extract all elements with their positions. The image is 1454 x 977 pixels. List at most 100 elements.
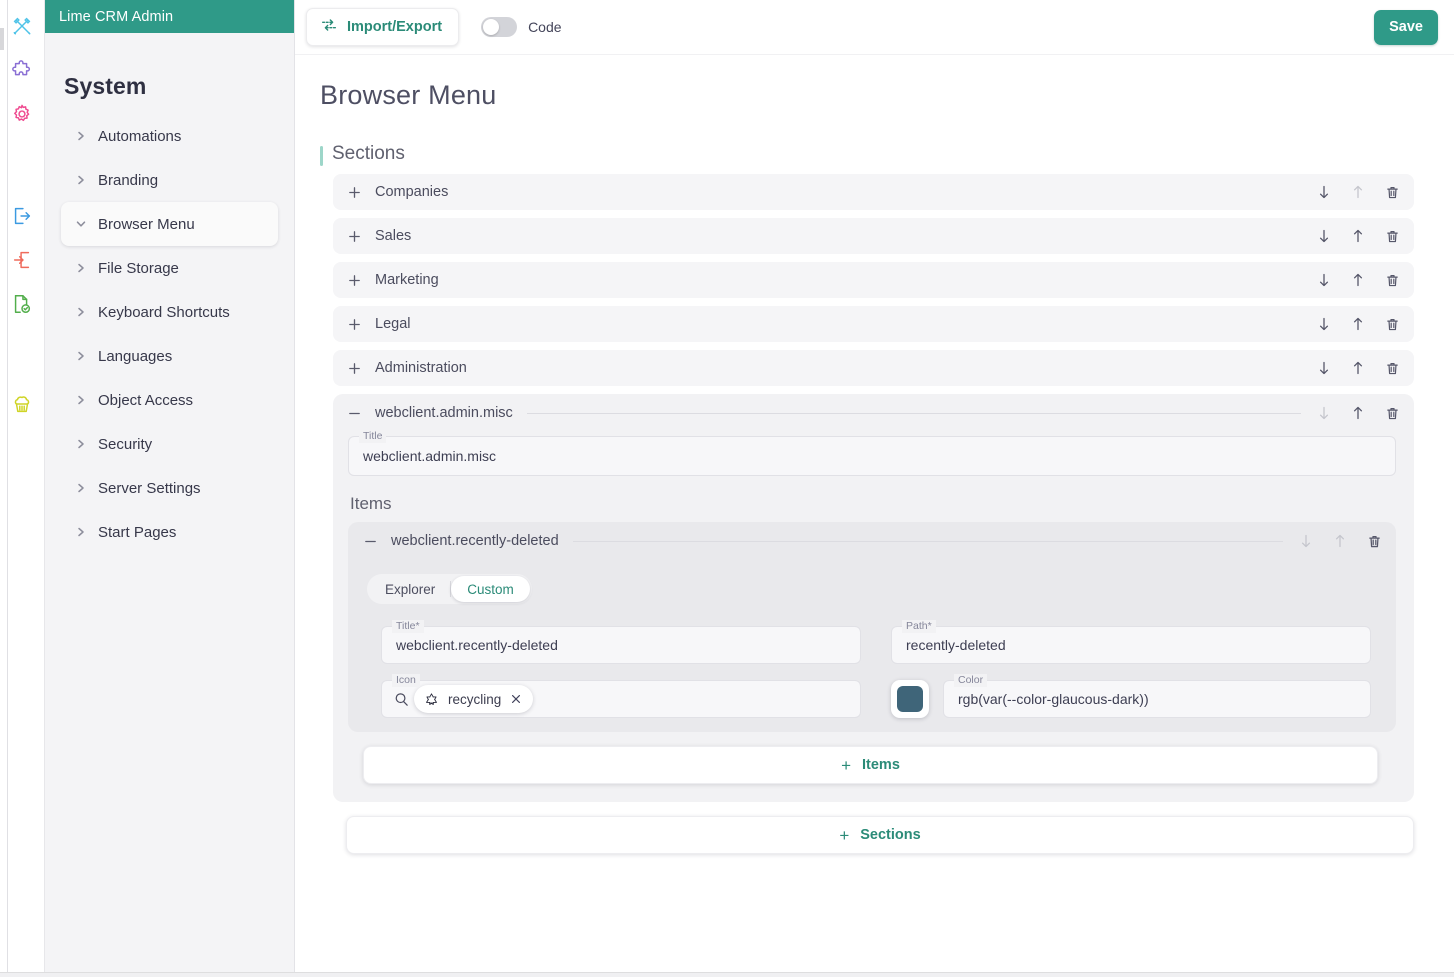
section-row-label: Marketing [375,272,439,288]
field-label: Color [954,674,988,687]
sidebar-item-file-storage[interactable]: File Storage [61,246,278,290]
color-swatch-button[interactable] [891,680,929,718]
sidebar-item-browser-menu[interactable]: Browser Menu [61,202,278,246]
tab-custom[interactable]: Custom [451,576,530,602]
field-value: rgb(var(--color-glaucous-dark)) [958,691,1149,707]
move-down-icon[interactable] [1315,315,1333,333]
move-up-icon [1349,183,1367,201]
plus-icon: + [839,825,850,845]
cupcake-icon[interactable] [5,386,39,422]
section-expanded-header[interactable]: webclient.admin.misc [333,394,1414,432]
chevron-right-icon [75,306,95,318]
section-row-label: Sales [375,228,412,244]
sidebar-nav: Automations Branding Browser Menu File S… [45,114,294,554]
collapse-minus-icon[interactable] [344,406,364,421]
section-expanded-body: Title webclient.admin.misc Items webclie… [333,430,1414,802]
expand-plus-icon[interactable] [344,229,364,244]
expand-plus-icon[interactable] [344,317,364,332]
toggle-knob [483,19,500,35]
gear-icon[interactable] [5,96,39,132]
chevron-right-icon [75,394,95,406]
sidebar-item-object-access[interactable]: Object Access [61,378,278,422]
delete-icon[interactable] [1383,404,1401,422]
section-row-label: webclient.admin.misc [375,405,513,421]
section-row[interactable]: Companies [333,174,1414,210]
expand-plus-icon[interactable] [344,185,364,200]
section-row-actions [1315,271,1405,289]
sidebar-item-start-pages[interactable]: Start Pages [61,510,278,554]
sidebar-item-keyboard-shortcuts[interactable]: Keyboard Shortcuts [61,290,278,334]
move-down-icon[interactable] [1315,359,1333,377]
code-toggle[interactable] [481,17,518,37]
field-value: webclient.admin.misc [363,448,497,464]
delete-icon[interactable] [1365,532,1383,550]
delete-icon[interactable] [1383,227,1401,245]
sidebar-item-branding[interactable]: Branding [61,158,278,202]
section-row[interactable]: Administration [333,350,1414,386]
field-label: Title [359,430,387,443]
move-up-icon[interactable] [1349,404,1367,422]
move-up-icon[interactable] [1349,271,1367,289]
section-row-label: Legal [375,316,411,332]
section-row[interactable]: Legal [333,306,1414,342]
move-down-icon[interactable] [1315,271,1333,289]
move-down-icon[interactable] [1315,227,1333,245]
menu-item-card: webclient.recently-deleted Explorer Cust… [348,522,1396,732]
item-title-field[interactable]: Title* webclient.recently-deleted [381,620,861,664]
field-value: recently-deleted [906,637,1006,653]
import-icon[interactable] [5,242,39,278]
section-row[interactable]: Sales [333,218,1414,254]
move-down-icon[interactable] [1315,183,1333,201]
sidebar-item-server-settings[interactable]: Server Settings [61,466,278,510]
delete-icon[interactable] [1383,315,1401,333]
chevron-right-icon [75,438,95,450]
section-row-expanded: webclient.admin.misc Title webclient.adm… [333,394,1414,802]
sidebar-item-automations[interactable]: Automations [61,114,278,158]
chevron-right-icon [75,526,95,538]
search-icon[interactable] [393,691,410,708]
expand-plus-icon[interactable] [344,361,364,376]
add-sections-button[interactable]: + Sections [346,816,1414,854]
document-check-icon[interactable] [5,286,39,322]
delete-icon[interactable] [1383,183,1401,201]
sidebar-item-label: Keyboard Shortcuts [98,303,230,321]
sidebar-item-languages[interactable]: Languages [61,334,278,378]
page-section-title: System [64,73,147,99]
window-left-edge [0,0,8,977]
export-icon[interactable] [5,198,39,234]
sidebar-item-label: Branding [98,171,159,189]
move-up-icon[interactable] [1349,227,1367,245]
delete-icon[interactable] [1383,271,1401,289]
import-export-icon [320,16,338,38]
sidebar-item-security[interactable]: Security [61,422,278,466]
section-row[interactable]: Marketing [333,262,1414,298]
sidebar-item-label: Security [98,435,153,453]
move-up-icon[interactable] [1349,315,1367,333]
design-tools-icon[interactable] [5,8,39,44]
item-header[interactable]: webclient.recently-deleted [348,522,1396,560]
tab-explorer[interactable]: Explorer [369,576,452,602]
chevron-right-icon [75,482,95,494]
item-icon-field[interactable]: Icon recycling [381,674,861,718]
item-path-field[interactable]: Path* recently-deleted [891,620,1371,664]
item-source-tabs: Explorer Custom [367,574,532,604]
delete-icon[interactable] [1383,359,1401,377]
save-button[interactable]: Save [1374,9,1438,45]
sidebar-item-label: Server Settings [98,479,201,497]
import-export-label: Import/Export [347,19,443,35]
section-title-field[interactable]: Title webclient.admin.misc [348,430,1396,476]
item-color-field[interactable]: Color rgb(var(--color-glaucous-dark)) [943,674,1371,718]
chevron-right-icon [75,130,95,142]
import-export-button[interactable]: Import/Export [306,8,460,46]
expand-plus-icon[interactable] [344,273,364,288]
color-swatch [897,686,923,712]
add-items-button[interactable]: + Items [363,746,1378,784]
icon-chip[interactable]: recycling [414,685,534,713]
item-row-actions [1297,532,1387,550]
brand-title: Lime CRM Admin [59,8,174,25]
close-icon[interactable] [510,693,522,705]
puzzle-piece-icon[interactable] [5,52,39,88]
collapse-minus-icon[interactable] [360,534,380,549]
add-sections-label: Sections [860,827,921,843]
move-up-icon[interactable] [1349,359,1367,377]
